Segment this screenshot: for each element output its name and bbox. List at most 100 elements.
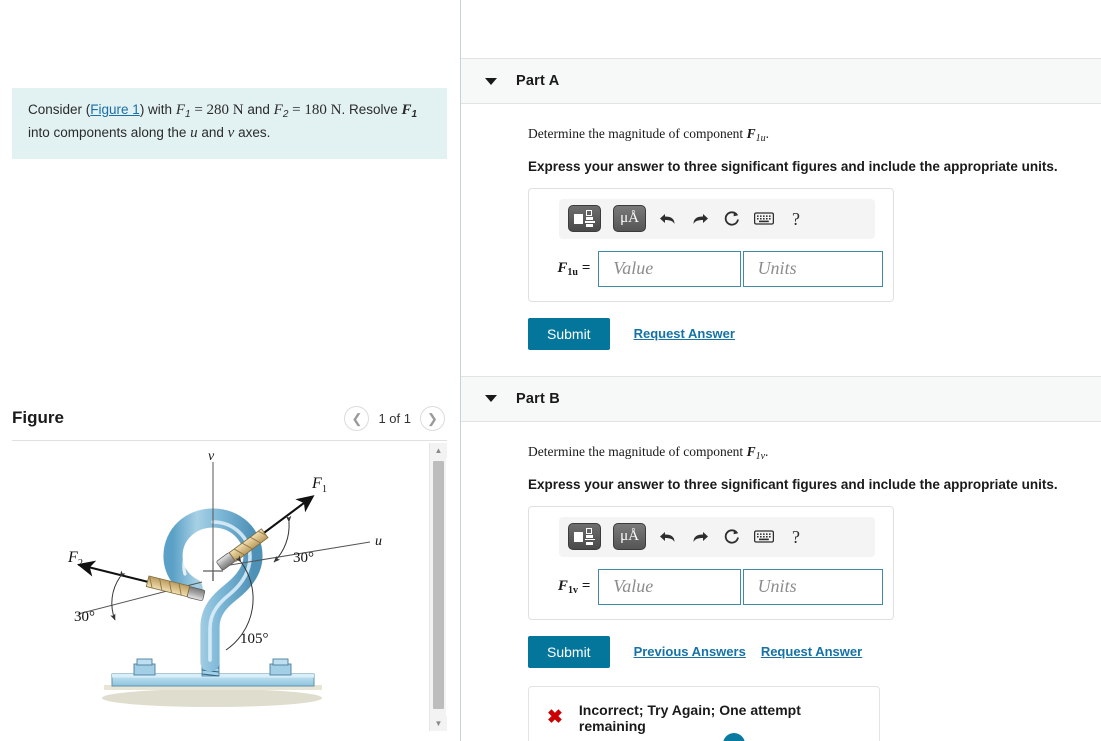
part-b-prompt-prefix: Determine the magnitude of component	[528, 443, 747, 459]
figure-navigation: ❮ 1 of 1 ❯	[344, 406, 445, 431]
part-a-section: Part A Determine the magnitude of compon…	[461, 58, 1101, 350]
math-template-icon[interactable]	[568, 205, 601, 233]
part-a-units-input[interactable]: Units	[742, 250, 883, 287]
part-a-request-answer-link[interactable]: Request Answer	[634, 326, 735, 341]
part-a-prompt-subscript: 1u	[755, 132, 766, 144]
part-a-instruction: Express your answer to three significant…	[528, 158, 1058, 174]
part-b-feedback: ✖ Incorrect; Try Again; One attempt rema…	[528, 685, 880, 741]
bolt-left	[133, 658, 156, 676]
part-b-units-input[interactable]: Units	[742, 568, 883, 605]
micro-angstrom-units-icon[interactable]: μÅ	[613, 523, 646, 551]
problem-and: and	[243, 102, 274, 117]
part-a-label: Part A	[516, 73, 560, 89]
part-b-section: Part B Determine the magnitude of compon…	[461, 375, 1101, 741]
f2-value: = 180	[288, 102, 331, 118]
problem-page: Consider (Figure 1) with F1 = 280 N and …	[0, 0, 1101, 741]
f2-unit: N	[330, 102, 342, 118]
part-b-value-input[interactable]: Value	[598, 568, 741, 605]
part-b-answer-box: μÅ ? F1v = Value Units	[528, 505, 894, 620]
redo-arrow-icon[interactable]	[690, 527, 710, 547]
part-b-answer-label: F1v =	[557, 577, 591, 596]
bold-f1-subscript: 1	[411, 108, 418, 120]
part-b-instruction: Express your answer to three significant…	[528, 476, 1058, 492]
f1-unit: N	[232, 102, 244, 118]
part-a-value-input[interactable]: Value	[598, 250, 741, 287]
help-question-icon[interactable]: ?	[786, 209, 806, 229]
problem-resolve: . Resolve	[341, 102, 402, 117]
problem-tail-2: and	[197, 125, 228, 141]
angle-right-label: 30°	[293, 550, 314, 566]
u-axis-label: u	[375, 534, 382, 549]
part-a-body: Determine the magnitude of component F1u…	[461, 104, 1101, 350]
angle-bottom-label: 105°	[240, 631, 269, 647]
redo-arrow-icon[interactable]	[690, 209, 710, 229]
problem-text-1: Consider (	[28, 102, 91, 117]
keyboard-icon[interactable]	[754, 209, 774, 229]
caret-down-icon[interactable]	[485, 395, 497, 403]
caret-down-icon[interactable]	[485, 77, 497, 85]
part-b-answer-row: F1v = Value Units	[539, 568, 883, 605]
part-b-label: Part B	[516, 390, 560, 407]
figure-counter: 1 of 1	[378, 411, 411, 426]
math-template-icon[interactable]	[568, 523, 601, 551]
problem-text-2: ) with	[139, 102, 176, 117]
problem-statement: Consider (Figure 1) with F1 = 280 N and …	[12, 88, 447, 159]
v-axis-label: v	[208, 449, 215, 464]
reset-circular-arrow-icon[interactable]	[722, 209, 742, 229]
chevron-left-icon[interactable]: ❮	[344, 406, 370, 431]
force1-label: F	[311, 475, 322, 492]
part-a-prompt-suffix: .	[765, 126, 769, 141]
figure-1-link[interactable]: Figure 1	[90, 102, 140, 117]
x-mark-icon: ✖	[547, 707, 563, 729]
f2-symbol: F	[273, 102, 283, 118]
part-a-submit-button[interactable]: Submit	[528, 317, 610, 350]
part-a-prompt-prefix: Determine the magnitude of component	[528, 126, 747, 141]
part-b-previous-answers-link[interactable]: Previous Answers	[634, 644, 746, 659]
problem-tail-1: into components along the	[28, 125, 191, 141]
force2-label: F	[67, 549, 78, 566]
part-a-actions: Submit Request Answer	[528, 317, 1101, 350]
help-question-icon[interactable]: ?	[786, 527, 806, 547]
part-b-header[interactable]: Part B	[461, 375, 1101, 422]
part-a-answer-row: F1u = Value Units	[539, 250, 883, 287]
figure-viewport: F 1 F 2 u v 30° 30° 105°	[12, 442, 447, 732]
micro-angstrom-units-icon[interactable]: μÅ	[613, 205, 646, 233]
angle-arc-left	[110, 570, 126, 621]
part-b-math-toolbar: μÅ ?	[559, 516, 875, 557]
left-column: Consider (Figure 1) with F1 = 280 N and …	[0, 0, 460, 741]
figure-scrollbar[interactable]: ▲ ▼	[429, 443, 447, 731]
figure-title: Figure	[12, 408, 64, 427]
part-b-actions: Submit Previous Answers Request Answer	[528, 635, 1101, 668]
part-a-header[interactable]: Part A	[461, 58, 1101, 104]
ground-shadow	[102, 689, 322, 707]
part-b-submit-button[interactable]: Submit	[528, 635, 610, 668]
part-a-answer-box: μÅ ? F1u = Value Units	[528, 187, 894, 302]
part-a-prompt-symbol: F	[746, 126, 756, 141]
f1-value: = 280	[190, 102, 233, 118]
bold-f1-symbol: F	[401, 102, 412, 118]
scrollbar-thumb[interactable]	[433, 461, 444, 709]
scroll-down-arrow-icon[interactable]: ▼	[430, 716, 447, 731]
axis-u-symbol: u	[190, 125, 198, 142]
problem-tail-3: axes.	[234, 125, 271, 141]
part-b-body: Determine the magnitude of component F1v…	[461, 422, 1101, 741]
reset-circular-arrow-icon[interactable]	[722, 527, 742, 547]
part-b-prompt-subscript: 1v	[755, 450, 766, 462]
chevron-right-icon[interactable]: ❯	[420, 406, 445, 431]
part-a-math-toolbar: μÅ ?	[559, 198, 875, 239]
figure-separator	[12, 440, 447, 441]
force-diagram: F 1 F 2 u v 30° 30° 105°	[67, 449, 382, 707]
scroll-up-arrow-icon[interactable]: ▲	[430, 443, 447, 458]
keyboard-icon[interactable]	[754, 527, 774, 547]
undo-arrow-icon[interactable]	[658, 209, 678, 229]
force2-subscript: 2	[78, 558, 83, 569]
part-a-answer-label: F1u =	[557, 259, 591, 278]
bolt-right	[269, 658, 292, 676]
part-b-prompt: Determine the magnitude of component F1v…	[528, 444, 1101, 462]
part-a-prompt: Determine the magnitude of component F1u…	[528, 126, 1101, 144]
right-column: Part A Determine the magnitude of compon…	[461, 0, 1101, 741]
part-b-request-answer-link[interactable]: Request Answer	[761, 644, 862, 659]
figure-header: Figure ❮ 1 of 1 ❯	[12, 406, 447, 440]
angle-left-label: 30°	[74, 609, 95, 625]
undo-arrow-icon[interactable]	[658, 527, 678, 547]
